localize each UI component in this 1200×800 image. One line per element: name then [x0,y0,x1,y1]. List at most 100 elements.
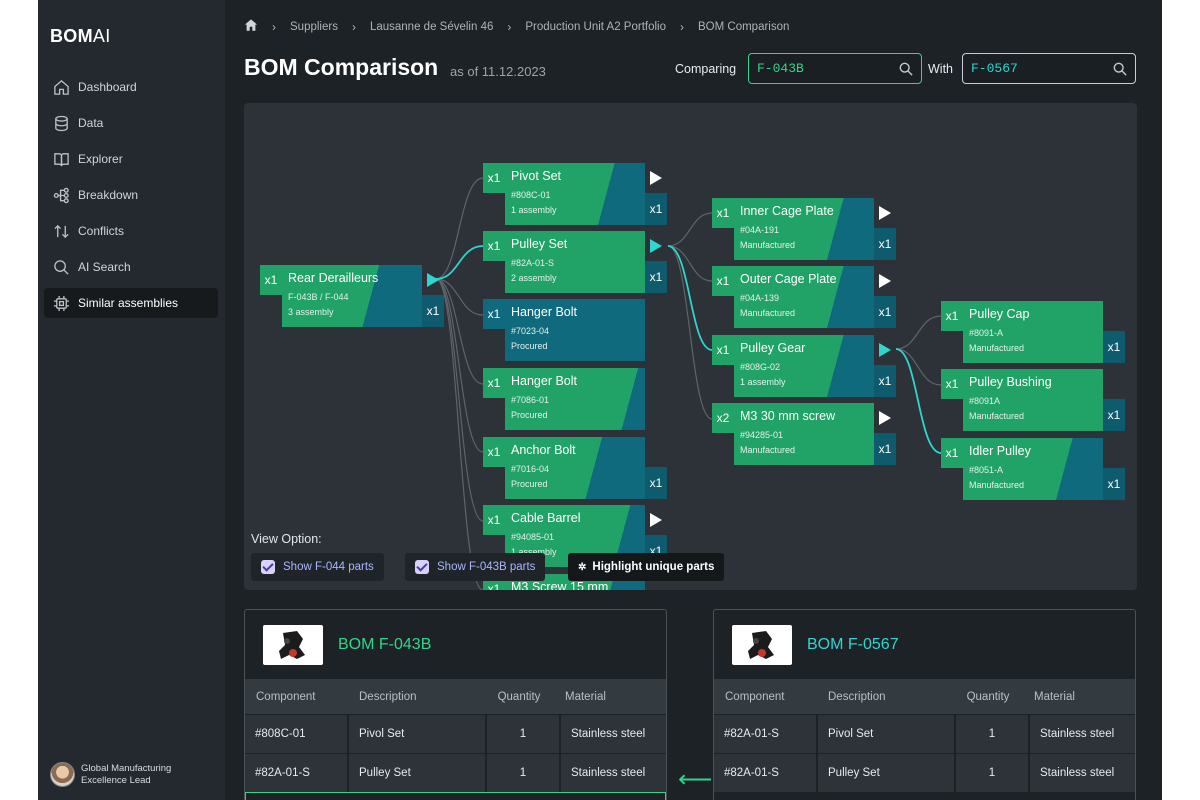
sparkle-icon: ✲ [578,561,587,573]
column-header[interactable]: Description [816,691,952,703]
cell-description: Pivol Set [349,715,485,753]
with-input[interactable]: F-0567 [962,53,1136,84]
highlight-unique-button[interactable]: ✲ Highlight unique parts [568,553,725,581]
breadcrumb-item[interactable]: Lausanne de Sévelin 46 [370,21,493,33]
user-name: Global Manufacturing Excellence Lead [81,762,172,786]
expand-arrow-icon[interactable] [650,513,662,527]
expand-arrow-icon[interactable] [879,343,891,357]
expand-arrow-icon[interactable] [650,239,662,253]
table-row[interactable]: #82A-01-S Pivol Set 1 Stainless steel [714,714,1135,753]
node-quantity-secondary: x1 [874,365,896,397]
node-name: Idler Pulley [969,444,1031,458]
expand-arrow-icon[interactable] [879,411,891,425]
node-name: Cable Barrel [511,511,581,525]
breadcrumb-item[interactable]: Suppliers [290,21,338,33]
tree-node[interactable]: x1 Pulley Gear #808G-02 1 assembly x1 [712,335,896,397]
sidebar-item-ai-search[interactable]: AI Search [44,252,218,282]
column-header[interactable]: Material [555,691,606,703]
sidebar: BOMAI Dashboard Data Explorer Breakdown … [38,0,225,800]
node-type: Manufactured [969,343,1025,353]
node-type: Manufactured [740,308,796,318]
table-row[interactable]: #82A-01-S Pulley Set 1 Stainless steel [714,753,1135,792]
node-quantity: x1 [712,335,734,365]
node-quantity: x1 [483,505,505,535]
sidebar-item-dashboard[interactable]: Dashboard [44,72,218,102]
search-icon[interactable] [1113,62,1127,76]
expand-arrow-icon[interactable] [650,171,662,185]
tree-node[interactable]: x1 Pulley Set #82A-01-S 2 assembly x1 [483,231,667,293]
cell-quantity: 1 [956,754,1028,792]
cell-material: Stainless steel [561,754,666,792]
bom-tree-canvas[interactable]: x1 Rear Derailleurs F-043B / F-044 3 assemb… [244,103,1137,590]
cell-quantity: 1 [487,754,559,792]
node-quantity-secondary: x1 [1103,468,1125,500]
sidebar-item-similar-assemblies[interactable]: Similar assemblies [44,288,218,318]
tree-node[interactable]: x1 Inner Cage Plate #04A-191 Manufactured x1 [712,198,896,260]
cell-description: Pulley Set [349,754,485,792]
cell-quantity: 1 [956,715,1028,753]
tree-node[interactable]: x1 Hanger Bolt #7086-01 Procured [483,368,645,430]
node-name: Hanger Bolt [511,305,578,319]
with-label: With [928,62,953,76]
expand-arrow-icon[interactable] [879,206,891,220]
table-row-highlighted[interactable] [245,792,666,800]
table-row[interactable]: #82A-01-S Pulley Set 1 Stainless steel [245,753,666,792]
cell-component: #82A-01-S [714,715,816,753]
tree-node[interactable]: x1 Pulley Bushing #8091A Manufactured x1 [941,369,1125,431]
user-profile[interactable]: Global Manufacturing Excellence Lead [50,762,191,787]
node-quantity: x1 [941,369,963,399]
tree-node[interactable]: x1 Outer Cage Plate #04A-139 Manufactured x1 [712,266,896,328]
table-row[interactable] [714,792,1135,800]
node-quantity: x1 [941,301,963,331]
node-quantity-secondary: x1 [874,228,896,260]
breadcrumb: › Suppliers › Lausanne de Sévelin 46 › P… [244,18,789,35]
show-f043b-toggle[interactable]: Show F-043B parts [405,553,546,581]
sidebar-item-data[interactable]: Data [44,108,218,138]
column-header[interactable]: Component [714,691,816,703]
column-header[interactable]: Quantity [483,691,555,703]
search-icon [44,259,78,276]
tree-node[interactable]: x1 Rear Derailleurs F-043B / F-044 3 assemb… [260,265,444,327]
app-frame: BOMAI Dashboard Data Explorer Breakdown … [38,0,1162,800]
node-type: Manufactured [740,240,796,250]
cell-component: #82A-01-S [714,754,816,792]
column-header[interactable]: Quantity [952,691,1024,703]
node-quantity: x1 [483,437,505,467]
column-header[interactable]: Component [245,691,347,703]
as-of-date: as of 11.12.2023 [450,64,546,79]
comparing-label: Comparing [675,62,737,76]
tree-node[interactable]: x1 Pulley Cap #8091-A Manufactured x1 [941,301,1125,363]
node-type: 3 assembly [288,307,334,317]
checkbox-checked-icon [415,560,429,574]
node-type: 1 assembly [740,377,786,387]
column-header[interactable]: Material [1024,691,1075,703]
node-type: Procured [511,341,548,351]
breadcrumb-item[interactable]: Production Unit A2 Portfolio [525,21,666,33]
node-type: 2 assembly [511,273,557,283]
tree-node[interactable]: x1 Idler Pulley #8051-A Manufactured x1 [941,438,1125,500]
cell-description: Pulley Set [818,754,954,792]
sidebar-item-breakdown[interactable]: Breakdown [44,180,218,210]
tree-node[interactable]: x2 M3 30 mm screw #94285-01 Manufactured x1 [712,403,896,465]
home-icon[interactable] [244,18,258,35]
column-header[interactable]: Description [347,691,483,703]
expand-arrow-icon[interactable] [879,274,891,288]
show-f044-toggle[interactable]: Show F-044 parts [251,553,384,581]
expand-arrow-icon[interactable] [427,273,439,287]
search-icon[interactable] [899,62,913,76]
node-quantity: x1 [260,265,282,295]
chevron-right-icon: › [351,19,356,34]
sidebar-item-explorer[interactable]: Explorer [44,144,218,174]
home-icon [44,79,78,96]
sidebar-item-conflicts[interactable]: Conflicts [44,216,218,246]
comparing-input[interactable]: F-043B [748,53,922,84]
tree-node[interactable]: x1 Anchor Bolt #7016-04 Procured x1 [483,437,667,499]
table-row[interactable]: #808C-01 Pivol Set 1 Stainless steel [245,714,666,753]
tree-node[interactable]: x1 Pivot Set #808C-01 1 assembly x1 [483,163,667,225]
app-logo[interactable]: BOMAI [50,26,111,47]
node-quantity-secondary: x1 [1103,331,1125,363]
bom-title: BOM F-043B [338,635,432,653]
tree-node[interactable]: x1 Hanger Bolt #7023-04 Procured [483,299,645,361]
database-icon [44,115,78,132]
node-code: #8091-A [969,328,1004,338]
